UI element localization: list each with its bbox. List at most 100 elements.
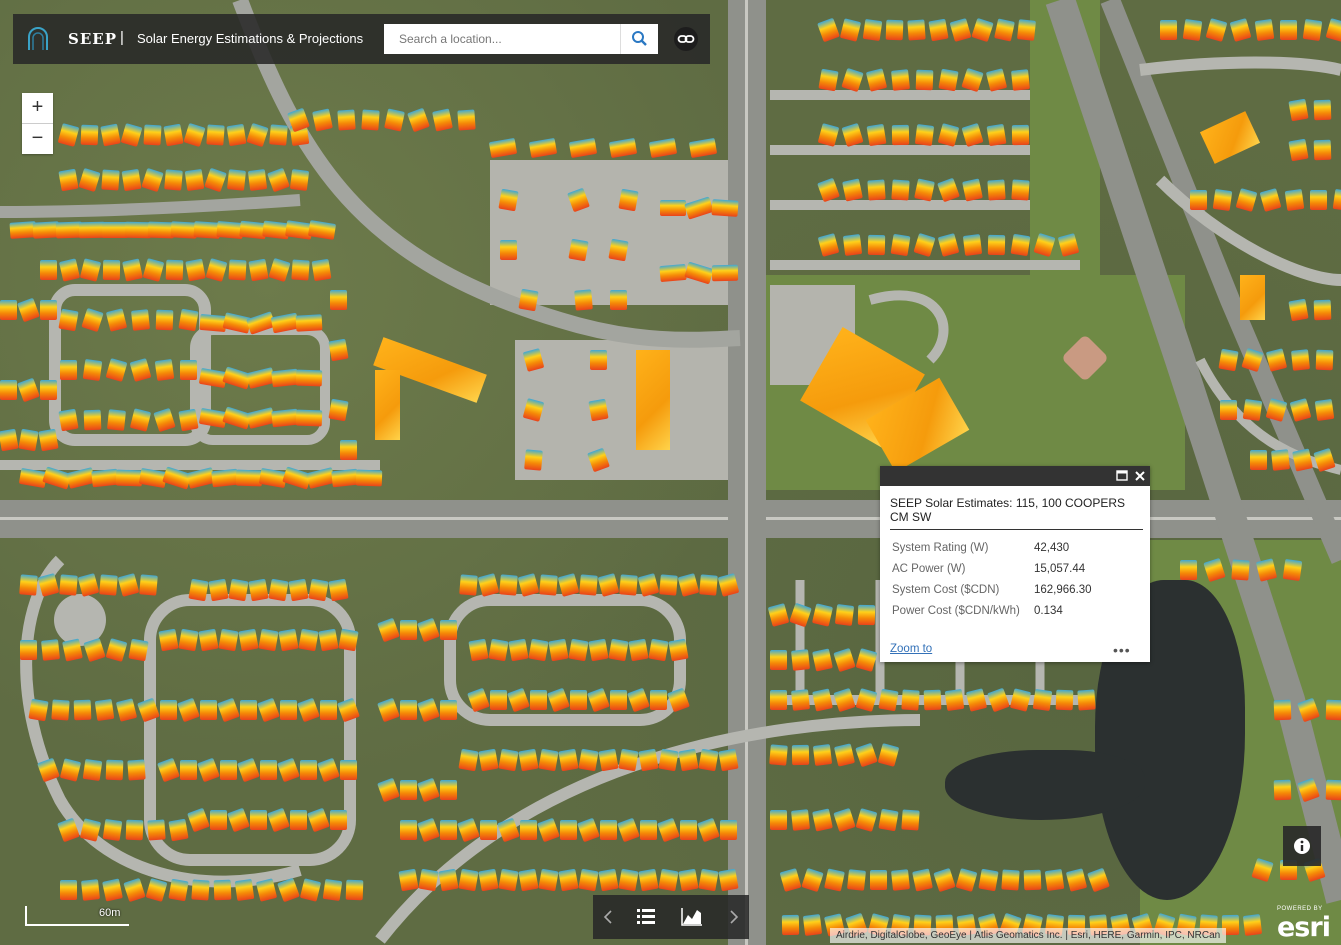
solar-roof[interactable] [238, 628, 259, 652]
solar-roof[interactable] [320, 700, 337, 720]
solar-roof[interactable] [178, 408, 199, 432]
solar-roof[interactable] [770, 810, 787, 830]
solar-roof[interactable] [986, 123, 1007, 147]
solar-roof[interactable] [1313, 139, 1332, 161]
solar-roof[interactable] [648, 638, 669, 662]
solar-roof[interactable] [1325, 699, 1341, 721]
solar-roof[interactable] [1271, 449, 1290, 471]
solar-roof[interactable] [539, 574, 558, 596]
solar-roof[interactable] [355, 469, 383, 487]
solar-roof[interactable] [1160, 20, 1177, 40]
solar-roof[interactable] [458, 748, 479, 772]
solar-roof[interactable] [163, 123, 184, 147]
solar-roof[interactable] [530, 690, 547, 710]
solar-roof[interactable] [518, 288, 539, 312]
solar-roof[interactable] [588, 398, 609, 422]
solar-roof[interactable] [578, 868, 599, 892]
solar-roof[interactable] [699, 574, 718, 596]
solar-roof[interactable] [418, 868, 439, 892]
solar-roof[interactable] [1001, 869, 1020, 891]
solar-roof[interactable] [1017, 19, 1036, 41]
solar-roof[interactable] [891, 869, 910, 891]
solar-roof[interactable] [610, 690, 627, 710]
solar-roof[interactable] [1180, 560, 1197, 580]
solar-roof[interactable] [770, 650, 787, 670]
solar-roof[interactable] [618, 868, 639, 892]
solar-roof[interactable] [331, 468, 359, 488]
solar-roof[interactable] [220, 760, 237, 780]
solar-roof[interactable] [19, 574, 38, 596]
solar-roof[interactable] [600, 820, 617, 840]
solar-roof[interactable] [298, 628, 319, 652]
solar-roof[interactable] [907, 19, 926, 41]
solar-roof[interactable] [295, 314, 323, 332]
solar-roof[interactable] [1011, 124, 1030, 146]
solar-roof[interactable] [791, 744, 810, 766]
solar-roof[interactable] [901, 689, 920, 711]
solar-roof[interactable] [40, 380, 57, 400]
solar-roof[interactable] [638, 868, 659, 892]
solar-roof[interactable] [234, 878, 255, 902]
solar-roof[interactable] [227, 169, 246, 191]
solar-roof[interactable] [659, 574, 678, 596]
solar-roof[interactable] [718, 868, 739, 892]
solar-roof[interactable] [459, 574, 478, 596]
solar-roof[interactable] [154, 358, 175, 382]
solar-roof[interactable] [857, 604, 876, 626]
maximize-icon[interactable] [1116, 470, 1128, 482]
solar-roof[interactable] [1011, 69, 1030, 91]
solar-roof[interactable] [1032, 688, 1053, 712]
solar-roof[interactable] [658, 868, 679, 892]
solar-roof[interactable] [228, 578, 249, 602]
solar-roof[interactable] [678, 868, 699, 892]
solar-roof[interactable] [400, 820, 417, 840]
solar-roof[interactable] [168, 818, 189, 842]
solar-roof[interactable] [180, 760, 197, 780]
solar-roof[interactable] [51, 699, 70, 721]
solar-roof[interactable] [915, 69, 934, 91]
solar-roof[interactable] [38, 428, 59, 452]
solar-roof[interactable] [862, 18, 883, 42]
solar-roof[interactable] [1182, 18, 1203, 42]
solar-roof[interactable] [458, 868, 479, 892]
solar-roof[interactable] [191, 879, 210, 901]
solar-roof[interactable] [328, 398, 349, 422]
solar-roof[interactable] [928, 18, 949, 42]
solar-roof[interactable] [638, 748, 659, 772]
solar-roof[interactable] [1302, 18, 1323, 42]
solar-roof[interactable] [698, 868, 719, 892]
solar-roof[interactable] [178, 628, 199, 652]
solar-roof[interactable] [83, 409, 102, 431]
solar-roof[interactable] [0, 428, 19, 452]
solar-roof[interactable] [180, 360, 197, 380]
solar-roof[interactable] [73, 699, 92, 721]
solar-roof[interactable] [60, 880, 77, 900]
solar-roof[interactable] [478, 748, 499, 772]
zoom-to-link[interactable]: Zoom to [890, 643, 932, 655]
solar-roof[interactable] [890, 233, 911, 257]
solar-roof[interactable] [440, 620, 457, 640]
solar-roof[interactable] [1077, 689, 1096, 711]
solar-roof[interactable] [1310, 190, 1327, 210]
solar-roof[interactable] [508, 638, 529, 662]
solar-roof[interactable] [100, 123, 121, 147]
solar-roof[interactable] [18, 428, 39, 452]
solar-roof[interactable] [791, 689, 810, 711]
solar-roof[interactable] [440, 820, 457, 840]
share-link-button[interactable] [674, 27, 698, 51]
basemap-button[interactable] [677, 895, 707, 939]
solar-roof[interactable] [121, 168, 142, 192]
solar-roof[interactable] [143, 124, 162, 146]
solar-roof[interactable] [608, 238, 629, 262]
solar-roof[interactable] [400, 620, 417, 640]
solar-roof[interactable] [210, 810, 227, 830]
next-button[interactable] [719, 895, 749, 939]
legend-button[interactable] [631, 895, 661, 939]
solar-roof[interactable] [498, 868, 519, 892]
previous-button[interactable] [593, 895, 623, 939]
solar-roof[interactable] [268, 578, 289, 602]
solar-roof[interactable] [834, 604, 855, 626]
solar-roof[interactable] [247, 169, 268, 191]
solar-roof[interactable] [115, 469, 143, 487]
solar-roof[interactable] [208, 578, 229, 602]
